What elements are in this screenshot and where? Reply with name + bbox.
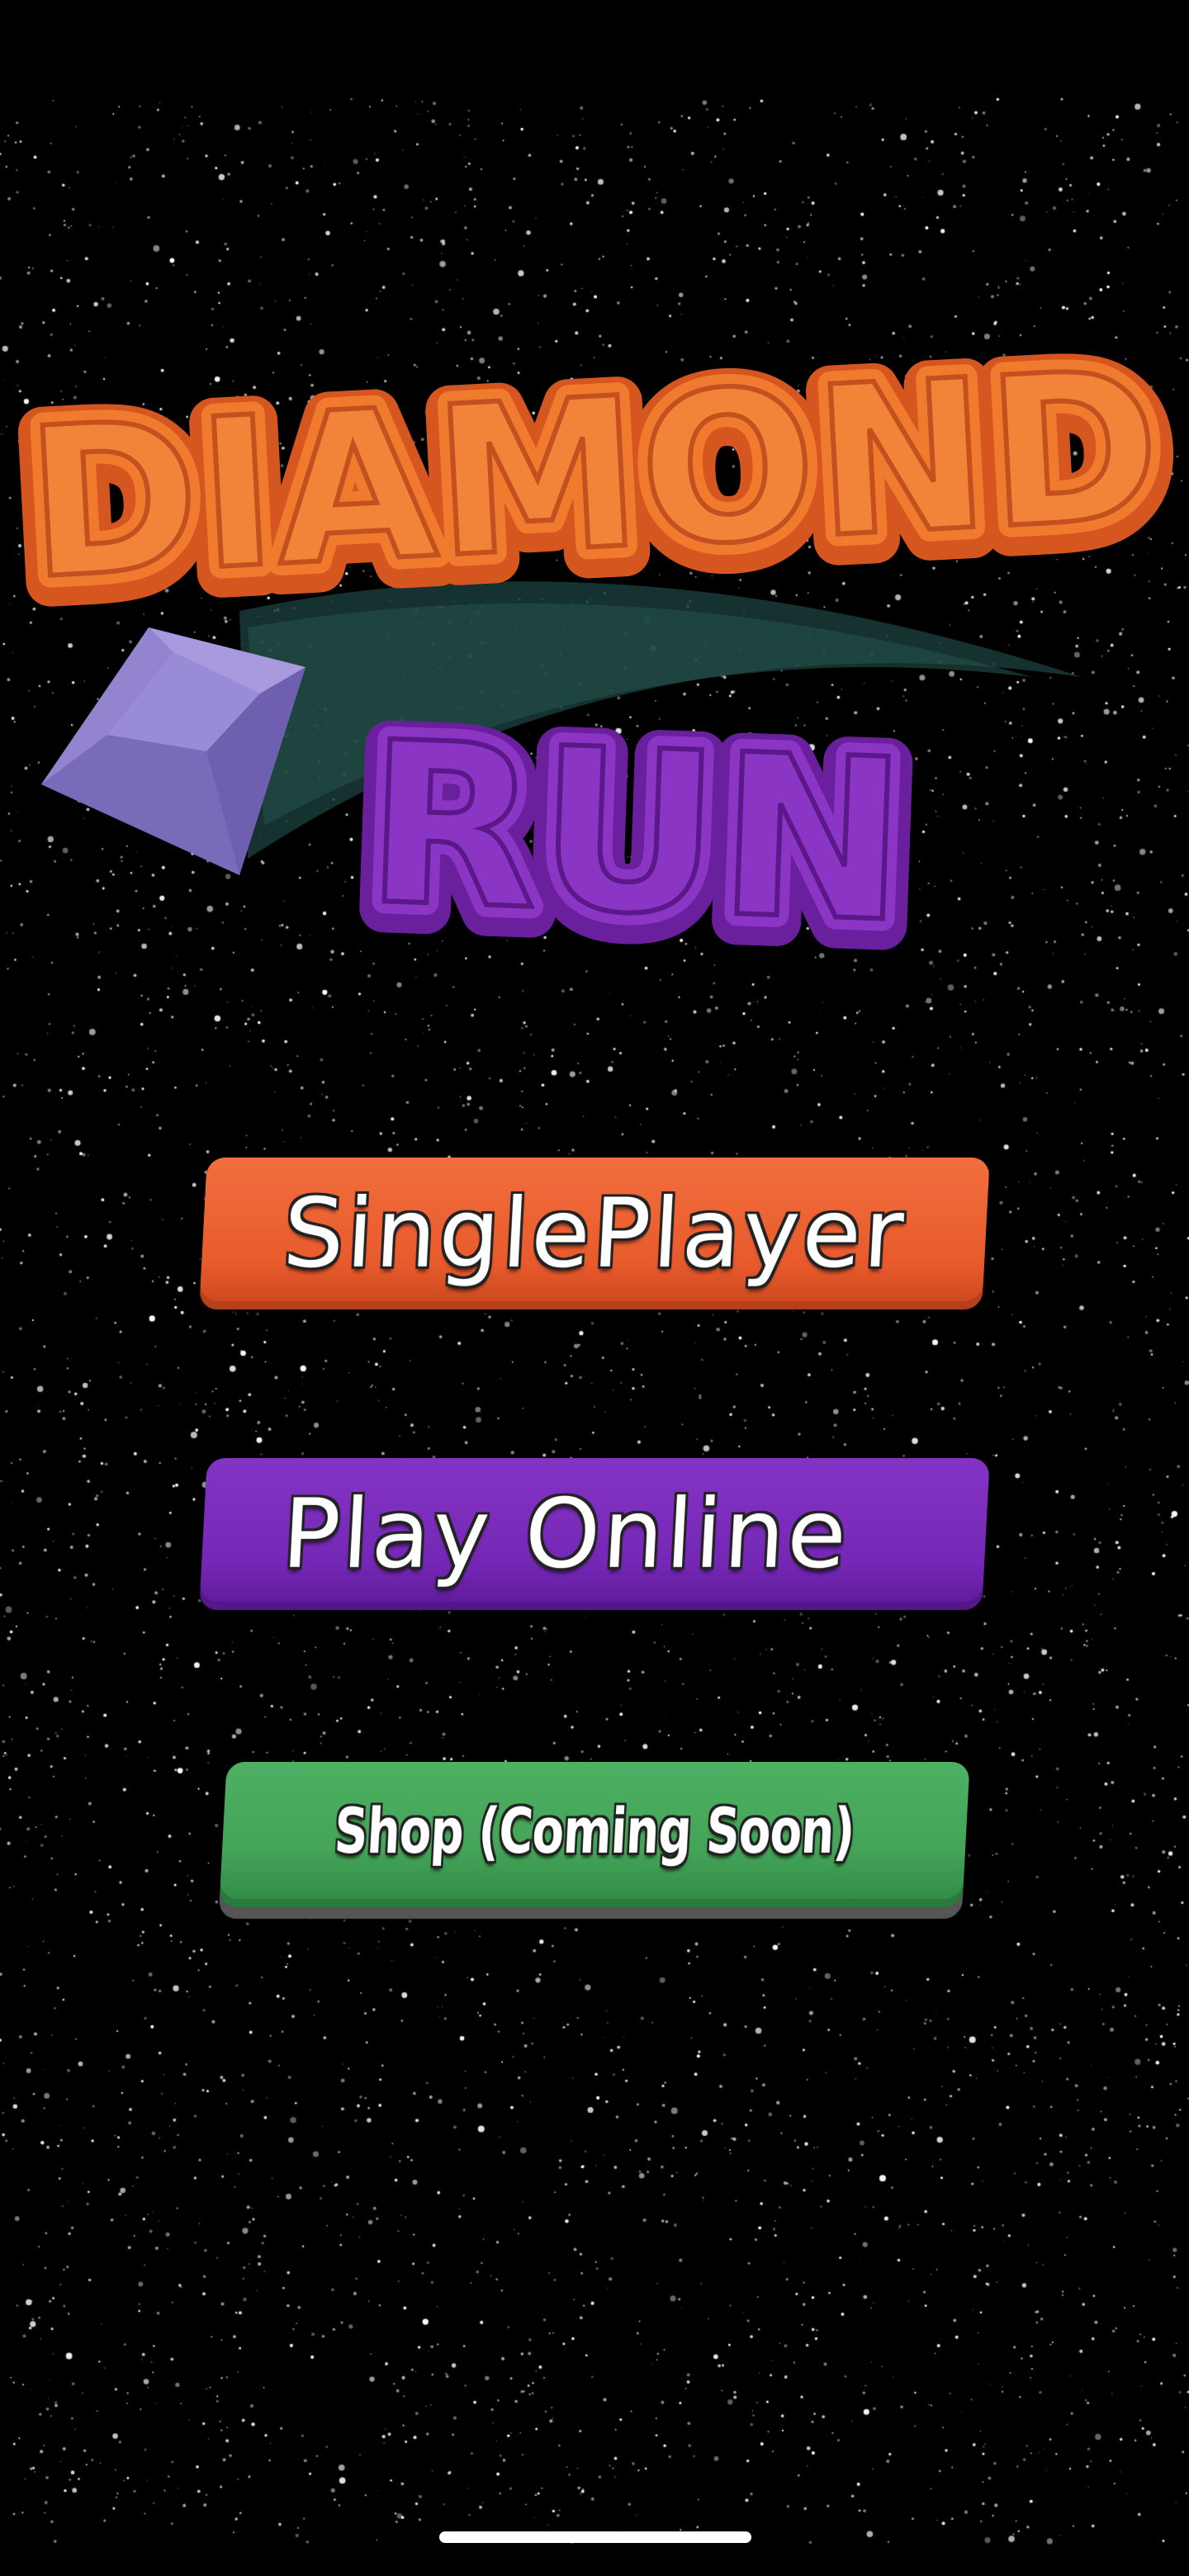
play-online-button[interactable]: Play Online bbox=[199, 1458, 990, 1610]
home-indicator[interactable] bbox=[439, 2531, 751, 2543]
svg-text:RUN: RUN bbox=[362, 694, 911, 973]
play-online-label: Play Online bbox=[279, 1478, 852, 1590]
single-player-label: SinglePlayer bbox=[280, 1177, 909, 1290]
game-logo: DIAMOND DIAMOND DIAMOND RUN RUN RUN bbox=[0, 330, 1189, 1007]
shop-button[interactable]: Shop (Coming Soon) bbox=[219, 1762, 970, 1907]
title-diamond: DIAMOND DIAMOND DIAMOND bbox=[0, 330, 1189, 656]
shop-label: Shop (Coming Soon) bbox=[333, 1793, 857, 1868]
title-run: RUN RUN RUN bbox=[337, 675, 935, 1004]
single-player-button[interactable]: SinglePlayer bbox=[199, 1158, 990, 1309]
